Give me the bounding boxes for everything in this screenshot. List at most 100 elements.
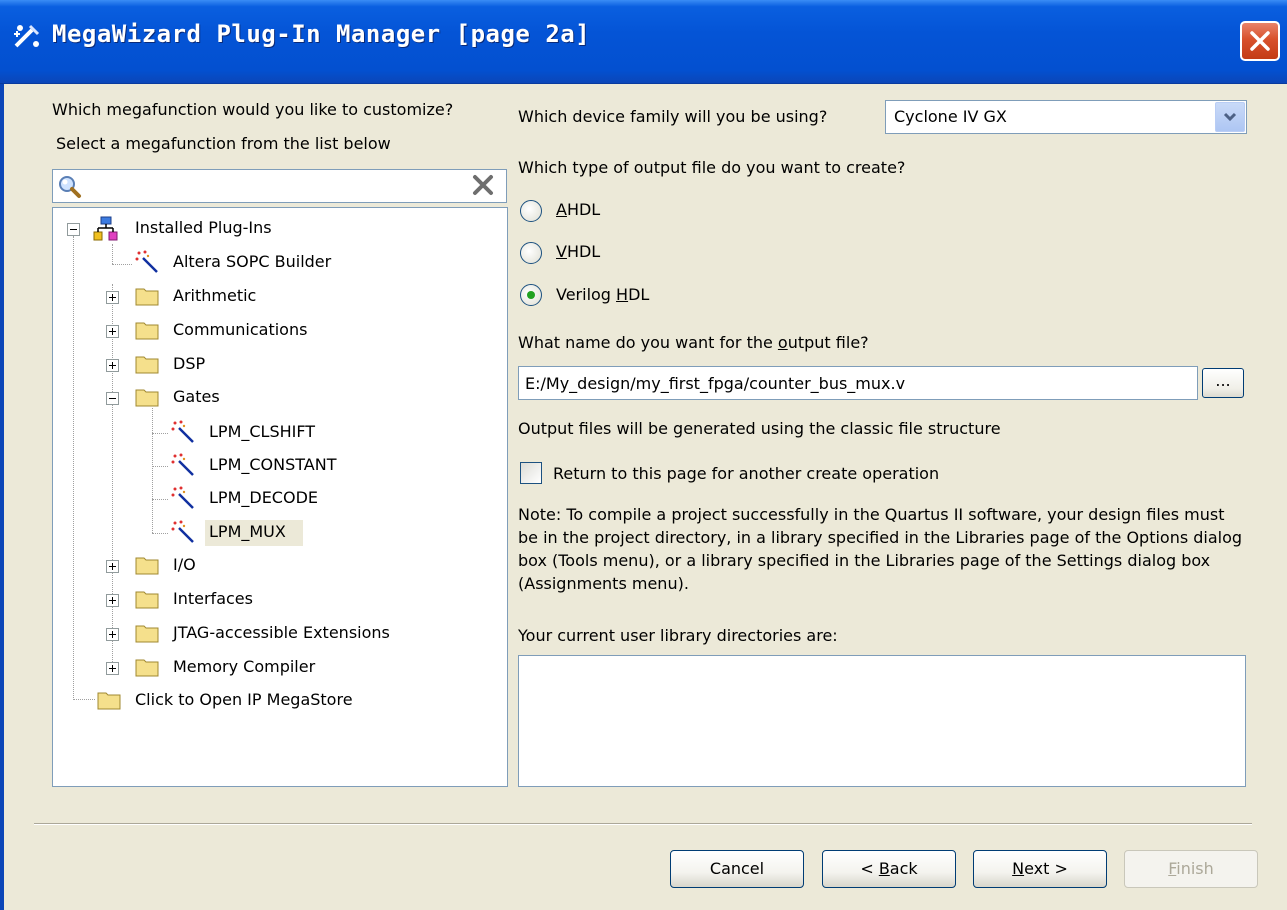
folder-icon (135, 659, 159, 677)
tree-item-ip-megastore[interactable]: Click to Open IP MegaStore (53, 688, 453, 714)
megafunction-search-input[interactable] (52, 169, 507, 203)
device-family-select[interactable]: Cyclone IV GX (885, 100, 1247, 134)
ahdl-radio[interactable] (520, 200, 542, 222)
device-family-label: Which device family will you be using? (518, 107, 828, 126)
tree-item-communications[interactable]: Communications (53, 318, 453, 344)
divider (34, 823, 1252, 825)
tree-item-label: DSP (173, 354, 206, 373)
close-button[interactable] (1240, 21, 1280, 61)
search-icon (59, 176, 81, 198)
library-directories-label: Your current user library directories ar… (518, 626, 838, 645)
return-to-page-checkbox[interactable] (520, 462, 542, 484)
chevron-down-icon (1223, 112, 1237, 122)
expand-icon[interactable] (106, 325, 119, 338)
expand-icon[interactable] (106, 359, 119, 372)
tree-item-io[interactable]: I/O (53, 553, 453, 579)
tree-item-label: Altera SOPC Builder (173, 252, 332, 271)
finish-label-rest: inish (1176, 859, 1214, 878)
collapse-icon[interactable] (106, 392, 119, 405)
tree-item-label: I/O (173, 555, 196, 574)
verilog-label-rest: DL (628, 285, 650, 304)
back-label-pre: < (860, 859, 879, 878)
verilog-hdl-radio-label[interactable]: Verilog HDL (556, 285, 649, 304)
output-file-label: What name do you want for the output fil… (518, 333, 869, 352)
expand-icon[interactable] (106, 291, 119, 304)
tree-item-lpm-mux[interactable]: LPM_MUX (53, 520, 453, 546)
verilog-label-pre: Verilog (556, 285, 617, 304)
expand-icon[interactable] (106, 628, 119, 641)
folder-icon (135, 288, 159, 306)
folder-icon (135, 557, 159, 575)
tree-item-label: LPM_CONSTANT (209, 455, 337, 474)
next-accesskey: N (1012, 859, 1025, 878)
megafunction-wand-icon (171, 486, 194, 509)
tree-item-altera-sopc-builder[interactable]: Altera SOPC Builder (53, 250, 453, 276)
tree-item-label: Memory Compiler (173, 657, 316, 676)
folder-icon (135, 625, 159, 643)
tree-item-interfaces[interactable]: Interfaces (53, 587, 453, 613)
tree-item-label: Communications (173, 320, 308, 339)
installed-plugins-icon (93, 216, 118, 241)
vhdl-accesskey: V (556, 242, 567, 261)
tree-item-lpm-decode[interactable]: LPM_DECODE (53, 486, 453, 512)
finish-button[interactable]: Finish (1124, 850, 1258, 888)
tree-item-label: LPM_CLSHIFT (209, 422, 316, 441)
folder-icon (135, 591, 159, 609)
tree-item-label: Interfaces (173, 589, 253, 608)
megafunction-instruction: Select a megafunction from the list belo… (56, 134, 391, 153)
tree-item-label: Arithmetic (173, 286, 257, 305)
clear-search-icon[interactable] (470, 172, 496, 198)
back-accesskey: B (878, 859, 890, 878)
tree-item-lpm-constant[interactable]: LPM_CONSTANT (53, 453, 453, 479)
tree-item-dsp[interactable]: DSP (53, 352, 453, 378)
tree-item-label: Click to Open IP MegaStore (135, 690, 353, 709)
megafunction-tree[interactable]: Installed Plug-Ins Altera SOPC Builder A… (52, 207, 508, 787)
ahdl-label-rest: HDL (566, 200, 601, 219)
folder-icon (135, 322, 159, 340)
file-structure-note: Output files will be generated using the… (518, 419, 1001, 438)
ahdl-accesskey: A (556, 200, 567, 219)
verilog-hdl-radio[interactable] (520, 284, 542, 306)
return-to-page-label[interactable]: Return to this page for another create o… (553, 464, 939, 483)
vhdl-radio[interactable] (520, 242, 542, 264)
expand-icon[interactable] (106, 560, 119, 573)
output-file-accesskey: o (777, 333, 788, 352)
ahdl-radio-label[interactable]: AHDL (556, 200, 600, 219)
tree-item-memory-compiler[interactable]: Memory Compiler (53, 655, 453, 681)
megafunction-wand-icon (135, 250, 158, 273)
tree-item-label: LPM_DECODE (209, 488, 318, 507)
library-directories-list[interactable] (518, 655, 1246, 787)
output-file-label-pre: What name do you want for the (518, 333, 778, 352)
folder-icon (97, 692, 121, 710)
megafunction-wand-icon (171, 420, 194, 443)
output-file-input[interactable] (518, 366, 1198, 400)
vhdl-radio-label[interactable]: VHDL (556, 242, 600, 261)
back-button[interactable]: < Back (822, 850, 956, 888)
compile-note: Note: To compile a project successfully … (518, 505, 1243, 593)
folder-icon (135, 389, 159, 407)
tree-item-gates[interactable]: Gates (53, 385, 453, 411)
tree-item-label: Gates (173, 387, 220, 406)
expand-icon[interactable] (106, 662, 119, 675)
title-bar[interactable]: MegaWizard Plug-In Manager [page 2a] (0, 0, 1287, 84)
browse-button[interactable]: ... (1202, 368, 1244, 398)
output-type-label: Which type of output file do you want to… (518, 158, 906, 177)
dropdown-button[interactable] (1215, 102, 1245, 132)
window-title: MegaWizard Plug-In Manager [page 2a] (52, 20, 591, 48)
tree-item-lpm-clshift[interactable]: LPM_CLSHIFT (53, 420, 453, 446)
megafunction-wand-icon (171, 520, 194, 543)
expand-icon[interactable] (106, 594, 119, 607)
output-file-label-rest: utput file? (787, 333, 869, 352)
collapse-icon[interactable] (67, 223, 80, 236)
back-label-rest: ack (889, 859, 918, 878)
tree-item-label: LPM_MUX (209, 522, 286, 541)
next-button[interactable]: Next > (973, 850, 1107, 888)
tree-root-installed-plugins[interactable]: Installed Plug-Ins (53, 216, 453, 242)
tree-item-label: JTAG-accessible Extensions (173, 623, 390, 642)
device-family-value: Cyclone IV GX (894, 107, 1007, 126)
cancel-button[interactable]: Cancel (670, 850, 804, 888)
tree-item-jtag-extensions[interactable]: JTAG-accessible Extensions (53, 621, 453, 647)
tree-item-arithmetic[interactable]: Arithmetic (53, 284, 453, 310)
close-icon (1250, 31, 1270, 51)
verilog-accesskey: H (616, 285, 629, 304)
